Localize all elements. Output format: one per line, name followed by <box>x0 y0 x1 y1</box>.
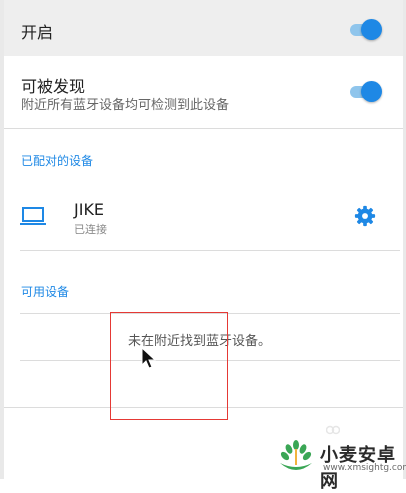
laptop-icon <box>20 207 46 225</box>
bluetooth-enable-toggle[interactable] <box>350 18 382 40</box>
toggle-thumb <box>361 81 382 102</box>
available-devices-header: 可用设备 <box>21 285 70 299</box>
device-status: 已连接 <box>74 223 107 236</box>
wheat-logo-icon <box>280 440 312 470</box>
paired-devices-header: 已配对的设备 <box>21 154 94 168</box>
discoverable-row[interactable]: 可被发现 附近所有蓝牙设备均可检测到此设备 <box>4 56 403 128</box>
annotation-highlight-box <box>110 312 228 420</box>
divider <box>4 128 403 129</box>
paired-device-row[interactable]: JIKE 已连接 <box>4 184 403 250</box>
toggle-thumb <box>361 19 382 40</box>
discoverable-subtitle: 附近所有蓝牙设备均可检测到此设备 <box>21 98 230 113</box>
bluetooth-settings-screen: 开启 可被发现 附近所有蓝牙设备均可检测到此设备 已配对的设备 JIKE 已连接 <box>0 0 406 492</box>
bluetooth-enable-row[interactable]: 开启 <box>4 0 403 56</box>
watermark-url: www.xmsightg.com <box>323 463 406 473</box>
site-watermark: 小麦安卓网 www.xmsightg.com <box>276 437 406 492</box>
bluetooth-enable-label: 开启 <box>21 23 54 42</box>
mouse-cursor-icon <box>141 347 157 369</box>
device-name: JIKE <box>74 200 105 219</box>
discoverable-toggle[interactable] <box>350 80 382 102</box>
divider <box>20 250 400 251</box>
faint-watermark-icon <box>326 425 340 435</box>
gear-icon[interactable] <box>354 205 376 227</box>
